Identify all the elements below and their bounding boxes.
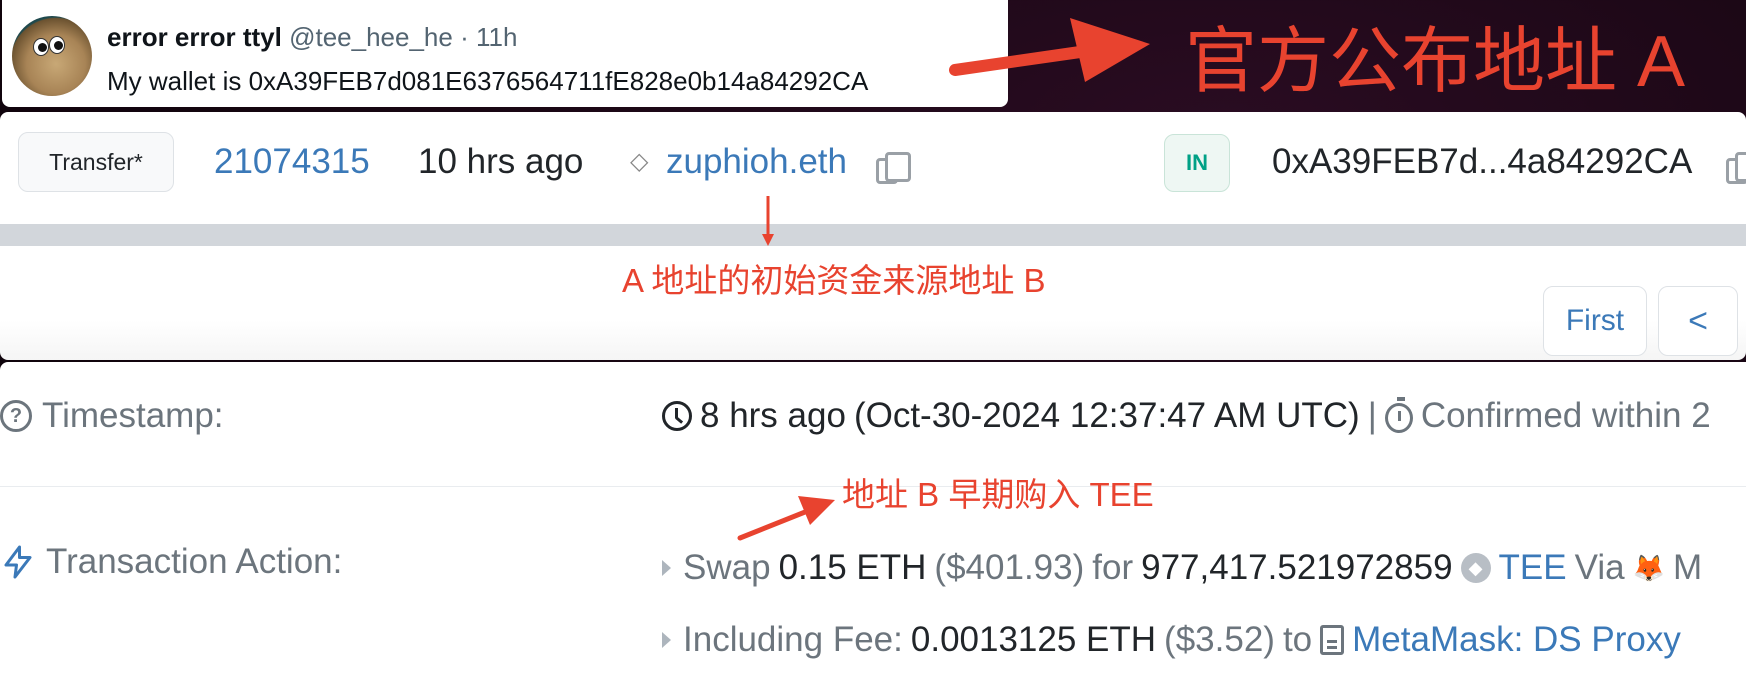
- timestamp-label-group: ? Timestamp:: [0, 396, 224, 436]
- fee-usd: ($3.52): [1164, 620, 1275, 659]
- swap-amount: 0.15 ETH: [778, 548, 927, 587]
- googly-eye-icon: [33, 38, 49, 56]
- block-number-link[interactable]: 21074315: [214, 142, 370, 182]
- ens-icon: ◇: [630, 148, 649, 175]
- tweet-time[interactable]: 11h: [476, 22, 517, 52]
- separator: |: [1367, 396, 1377, 435]
- via-word: Via: [1574, 548, 1625, 587]
- timestamp-datetime: (Oct-30-2024 12:37:47 AM UTC): [853, 396, 1360, 435]
- to-address[interactable]: 0xA39FEB7d...4a84292CA: [1272, 142, 1692, 182]
- fee-label: Including Fee:: [683, 620, 903, 659]
- swap-action-line: Swap 0.15 ETH ($401.93) for 977,417.5219…: [662, 548, 1702, 588]
- first-page-button[interactable]: First: [1543, 286, 1647, 356]
- to-word: to: [1282, 620, 1313, 659]
- transaction-action-label-group: Transaction Action:: [0, 542, 342, 582]
- confirmed-within: Confirmed within 2: [1420, 396, 1711, 435]
- token-logo-icon: ◆: [1460, 553, 1491, 583]
- user-handle[interactable]: @tee_hee_he: [289, 22, 453, 52]
- timestamp-value: 8 hrs ago (Oct-30-2024 12:37:47 AM UTC) …: [662, 396, 1711, 436]
- fee-action-line: Including Fee: 0.0013125 ETH ($3.52) to …: [662, 620, 1681, 660]
- fee-amount: 0.0013125 ETH: [910, 620, 1157, 659]
- tweet-card: error error ttyl @tee_hee_he · 11h My wa…: [2, 0, 1008, 107]
- swap-verb: Swap: [683, 548, 771, 587]
- annotation-official-address: 官方公布地址 A: [1185, 22, 1686, 102]
- caret-right-icon[interactable]: [662, 560, 671, 576]
- display-name[interactable]: error error ttyl: [107, 22, 282, 52]
- separator-dot: ·: [460, 22, 469, 52]
- copy-icon[interactable]: [1726, 152, 1746, 184]
- googly-eye-icon: [49, 36, 65, 54]
- via-name[interactable]: M: [1673, 548, 1702, 588]
- transaction-details-panel: ? Timestamp: 8 hrs ago (Oct-30-2024 12:3…: [0, 362, 1746, 674]
- lightning-icon: [4, 545, 32, 579]
- copy-icon[interactable]: [876, 152, 911, 184]
- timestamp-age: 8 hrs ago: [700, 396, 846, 435]
- method-badge[interactable]: Transfer*: [18, 132, 174, 192]
- annotation-early-buy: 地址 B 早期购入 TEE: [842, 476, 1154, 513]
- from-address-link[interactable]: zuphioh.eth: [666, 142, 847, 182]
- previous-page-button[interactable]: <: [1658, 286, 1738, 356]
- token-link[interactable]: TEE: [1499, 548, 1567, 588]
- token-transfer-row-panel: Transfer* 21074315 10 hrs ago ◇ zuphioh.…: [0, 112, 1746, 360]
- swap-usd: ($401.93): [934, 548, 1085, 587]
- chevron-left-icon: <: [1688, 301, 1708, 340]
- caret-right-icon[interactable]: [662, 632, 671, 648]
- age-text: 10 hrs ago: [418, 142, 584, 181]
- contract-file-icon: [1320, 625, 1345, 655]
- tweet-header: error error ttyl @tee_hee_he · 11h: [107, 22, 517, 53]
- help-circle-icon[interactable]: ?: [0, 400, 32, 432]
- annotation-funding-source: A 地址的初始资金来源地址 B: [622, 262, 1046, 299]
- stopwatch-icon: [1384, 397, 1413, 433]
- tweet-text: My wallet is 0xA39FEB7d081E6376564711fE8…: [107, 66, 869, 96]
- metamask-fox-icon: 🦊: [1632, 552, 1665, 583]
- for-word: for: [1092, 548, 1134, 587]
- transaction-action-label: Transaction Action:: [46, 542, 343, 581]
- clock-icon: [662, 401, 692, 431]
- horizontal-scrollbar[interactable]: [0, 224, 1746, 246]
- avatar[interactable]: [12, 16, 92, 96]
- fee-target-link[interactable]: MetaMask: DS Proxy: [1352, 620, 1681, 660]
- timestamp-label: Timestamp:: [42, 396, 224, 435]
- token-amount: 977,417.521972859: [1141, 548, 1453, 587]
- direction-badge: IN: [1164, 134, 1230, 192]
